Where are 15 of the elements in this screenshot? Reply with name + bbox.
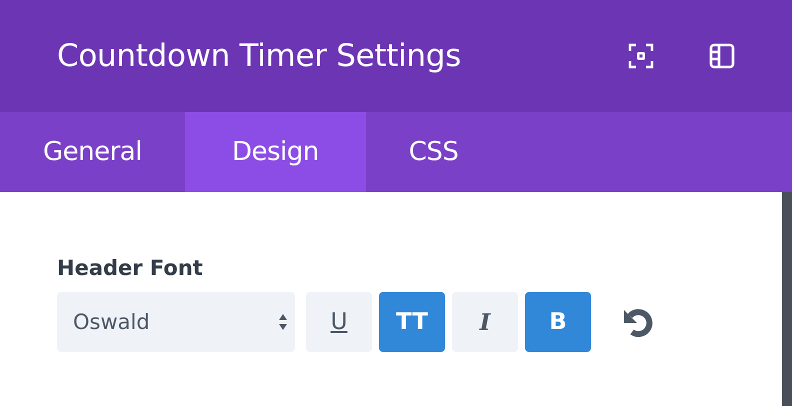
tab[interactable]: CSS <box>366 112 502 192</box>
format-button[interactable]: I <box>452 292 518 352</box>
format-button[interactable]: U <box>306 292 372 352</box>
sort-arrows-icon <box>278 313 288 331</box>
sidebar-layout-icon[interactable] <box>709 43 735 69</box>
scrollbar[interactable] <box>782 192 792 406</box>
format-button[interactable]: TT <box>379 292 445 352</box>
fullscreen-icon[interactable] <box>628 43 654 69</box>
tab[interactable]: Design <box>184 112 366 192</box>
reset-icon[interactable] <box>622 307 654 337</box>
format-button[interactable]: B <box>525 292 591 352</box>
tab[interactable]: General <box>0 112 185 192</box>
window-title: Countdown Timer Settings <box>57 38 461 74</box>
font-select[interactable]: Oswald <box>57 292 295 352</box>
field-label: Header Font <box>57 256 204 280</box>
